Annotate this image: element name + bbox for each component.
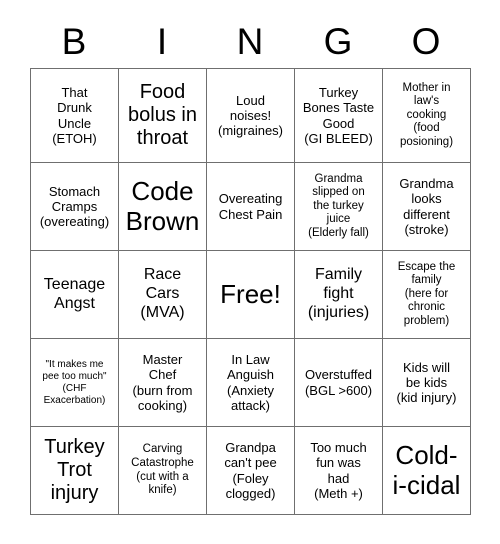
bingo-cell-text: Master Chef (burn from cooking) [132,351,193,413]
bingo-cell-b4[interactable]: "It makes me pee too much" (CHF Exacerba… [31,339,119,427]
bingo-header-letter-o: O [411,20,441,62]
bingo-cell-n1[interactable]: Loud noises! (migraines) [207,69,295,163]
bingo-cell-i4[interactable]: Master Chef (burn from cooking) [119,339,207,427]
bingo-cell-n5[interactable]: Grandpa can't pee (Foley clogged) [207,427,295,515]
bingo-cell-text: Race Cars (MVA) [140,266,185,321]
bingo-cell-text: Code Brown [125,176,200,236]
bingo-cell-text: Mother in law's cooking (food posioning) [399,81,454,148]
bingo-cell-text: Teenage Angst [43,275,106,312]
bingo-cell-g2[interactable]: Grandma slipped on the turkey juice (Eld… [295,163,383,251]
bingo-header-letter-b: B [61,20,87,62]
bingo-cell-o5[interactable]: Cold- i-cidal [383,427,471,515]
bingo-cell-b5[interactable]: Turkey Trot injury [31,427,119,515]
bingo-cell-text: Grandpa can't pee (Foley clogged) [224,439,277,501]
bingo-cell-text: Carving Catastrophe (cut with a knife) [131,443,194,497]
bingo-header: B I N G O [30,14,470,68]
bingo-cell-b2[interactable]: Stomach Cramps (overeating) [31,163,119,251]
bingo-cell-g3[interactable]: Family fight (injuries) [295,251,383,339]
bingo-cell-text: Loud noises! (migraines) [217,92,283,139]
bingo-cell-i1[interactable]: Food bolus in throat [119,69,207,163]
bingo-cell-text: Overeating Chest Pain [218,191,283,222]
bingo-cell-text: Too much fun was had (Meth +) [310,439,367,501]
bingo-cell-text: Food bolus in throat [128,81,197,149]
bingo-cell-g1[interactable]: Turkey Bones Taste Good (GI BLEED) [295,69,383,163]
bingo-cell-text: "It makes me pee too much" (CHF Exacerba… [42,358,107,406]
bingo-cell-o4[interactable]: Kids will be kids (kid injury) [383,339,471,427]
bingo-cell-free-space[interactable]: Free! [207,251,295,339]
bingo-cell-b1[interactable]: That Drunk Uncle (ETOH) [31,69,119,163]
bingo-cell-text: In Law Anguish (Anxiety attack) [227,351,274,413]
bingo-cell-text: Cold- i-cidal [392,440,461,500]
bingo-cell-text: Free! [220,278,281,309]
bingo-cell-g4[interactable]: Overstuffed (BGL >600) [295,339,383,427]
bingo-cell-text: Family fight (injuries) [307,266,370,321]
bingo-grid: That Drunk Uncle (ETOH) Food bolus in th… [30,68,471,515]
bingo-cell-text: That Drunk Uncle (ETOH) [52,84,97,146]
bingo-cell-o3[interactable]: Escape the family (here for chronic prob… [383,251,471,339]
bingo-cell-text: Grandma looks different (stroke) [399,175,454,237]
bingo-header-letter-i: I [156,20,168,62]
bingo-cell-g5[interactable]: Too much fun was had (Meth +) [295,427,383,515]
bingo-cell-b3[interactable]: Teenage Angst [31,251,119,339]
bingo-cell-o1[interactable]: Mother in law's cooking (food posioning) [383,69,471,163]
bingo-cell-n2[interactable]: Overeating Chest Pain [207,163,295,251]
bingo-cell-n4[interactable]: In Law Anguish (Anxiety attack) [207,339,295,427]
bingo-cell-text: Overstuffed (BGL >600) [304,367,373,398]
bingo-cell-i2[interactable]: Code Brown [119,163,207,251]
bingo-cell-text: Turkey Bones Taste Good (GI BLEED) [302,84,375,146]
bingo-cell-text: Escape the family (here for chronic prob… [397,260,456,327]
bingo-cell-i3[interactable]: Race Cars (MVA) [119,251,207,339]
bingo-cell-o2[interactable]: Grandma looks different (stroke) [383,163,471,251]
bingo-cell-text: Stomach Cramps (overeating) [39,183,110,230]
bingo-cell-text: Kids will be kids (kid injury) [396,359,457,406]
bingo-cell-i5[interactable]: Carving Catastrophe (cut with a knife) [119,427,207,515]
bingo-card: B I N G O That Drunk Uncle (ETOH) Food b… [0,0,500,544]
bingo-cell-text: Turkey Trot injury [44,436,105,504]
bingo-cell-text: Grandma slipped on the turkey juice (Eld… [308,172,369,239]
bingo-header-letter-n: N [236,20,264,62]
bingo-header-letter-g: G [323,20,353,62]
